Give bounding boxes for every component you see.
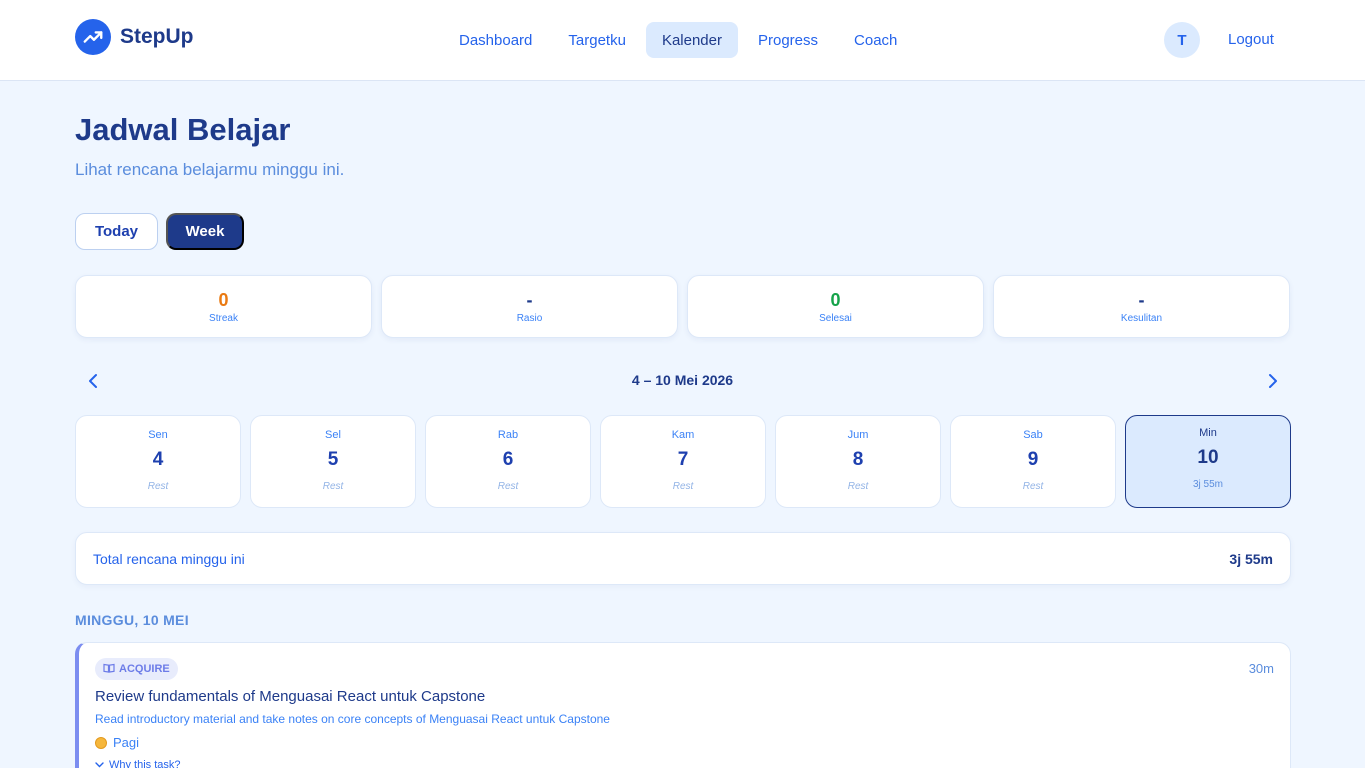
page-title: Jadwal Belajar [75,112,291,147]
stat-value: - [526,290,533,310]
day-name: Sen [148,429,168,441]
task-description: Read introductory material and take note… [95,712,610,726]
stat-card-selesai: 0 Selesai [687,275,984,338]
day-card-kam[interactable]: Kam 7 Rest [600,415,766,508]
day-name: Kam [671,429,695,441]
day-card-jum[interactable]: Jum 8 Rest [775,415,941,508]
stat-value: - [1138,290,1145,310]
chevron-right-icon[interactable] [1262,370,1284,392]
nav-coach[interactable]: Coach [838,22,913,58]
day-name: Sel [325,429,341,441]
task-time-of-day: Pagi [95,735,139,750]
day-number: 10 [1197,447,1219,468]
total-label: Total rencana minggu ini [93,551,245,567]
day-card-rab[interactable]: Rab 6 Rest [425,415,591,508]
book-icon [103,663,115,676]
day-note: Rest [847,481,869,492]
day-number: 5 [327,449,339,470]
week-range-label: 4 – 10 Mei 2026 [631,372,734,388]
day-number: 9 [1027,449,1039,470]
day-card-sen[interactable]: Sen 4 Rest [75,415,241,508]
total-value: 3j 55m [1229,551,1273,567]
day-number: 6 [502,449,514,470]
day-note: Rest [497,481,519,492]
day-number: 4 [152,449,164,470]
day-note: Rest [672,481,694,492]
brand-name: StepUp [120,25,194,48]
task-type-label: ACQUIRE [119,663,170,675]
task-title: Review fundamentals of Menguasai React u… [95,688,486,705]
nav-dashboard[interactable]: Dashboard [443,22,548,58]
day-name: Jum [847,429,869,441]
stat-label: Streak [209,313,238,324]
section-date-heading: MINGGU, 10 MEI [75,612,189,628]
stat-card-rasio: - Rasio [381,275,678,338]
top-navbar: StepUp Dashboard Targetku Kalender Progr… [0,0,1365,81]
day-note: Rest [322,481,344,492]
nav-progress[interactable]: Progress [742,22,834,58]
weekly-total-card: Total rencana minggu ini 3j 55m [75,532,1291,585]
main-nav: Dashboard Targetku Kalender Progress Coa… [443,22,913,58]
why-this-task-toggle[interactable]: Why this task? [95,759,181,768]
day-name: Sab [1023,429,1043,441]
stat-value: 0 [830,290,841,310]
task-duration: 30m [1248,661,1274,676]
stat-label: Kesulitan [1120,313,1163,324]
stat-label: Rasio [516,313,543,324]
day-name: Rab [497,429,519,441]
page-subtitle: Lihat rencana belajarmu minggu ini. [75,160,345,179]
day-number: 7 [677,449,689,470]
stat-label: Selesai [819,313,852,324]
nav-targetku[interactable]: Targetku [552,22,642,58]
day-card-sel[interactable]: Sel 5 Rest [250,415,416,508]
day-note: Rest [147,481,169,492]
week-button[interactable]: Week [166,213,244,250]
today-button[interactable]: Today [75,213,158,250]
avatar[interactable]: T [1164,22,1200,58]
logout-button[interactable]: Logout [1228,31,1274,48]
brand[interactable]: StepUp [75,19,194,55]
nav-kalender[interactable]: Kalender [645,22,738,58]
day-card-min[interactable]: Min 10 3j 55m [1125,415,1291,508]
why-this-task-label: Why this task? [109,759,181,768]
day-name: Min [1199,427,1217,439]
day-card-sab[interactable]: Sab 9 Rest [950,415,1116,508]
trending-up-icon [75,19,111,55]
task-type-badge: ACQUIRE [95,658,178,680]
time-of-day-label: Pagi [113,735,140,750]
day-note: Rest [1022,481,1044,492]
day-number: 8 [852,449,864,470]
day-note: 3j 55m [1192,479,1223,490]
stat-card-kesulitan: - Kesulitan [993,275,1290,338]
chevron-down-icon [95,759,104,768]
stat-value: 0 [218,290,229,310]
task-card[interactable]: ACQUIRE 30m Review fundamentals of Mengu… [75,642,1291,768]
stat-card-streak: 0 Streak [75,275,372,338]
sun-icon [95,736,107,749]
